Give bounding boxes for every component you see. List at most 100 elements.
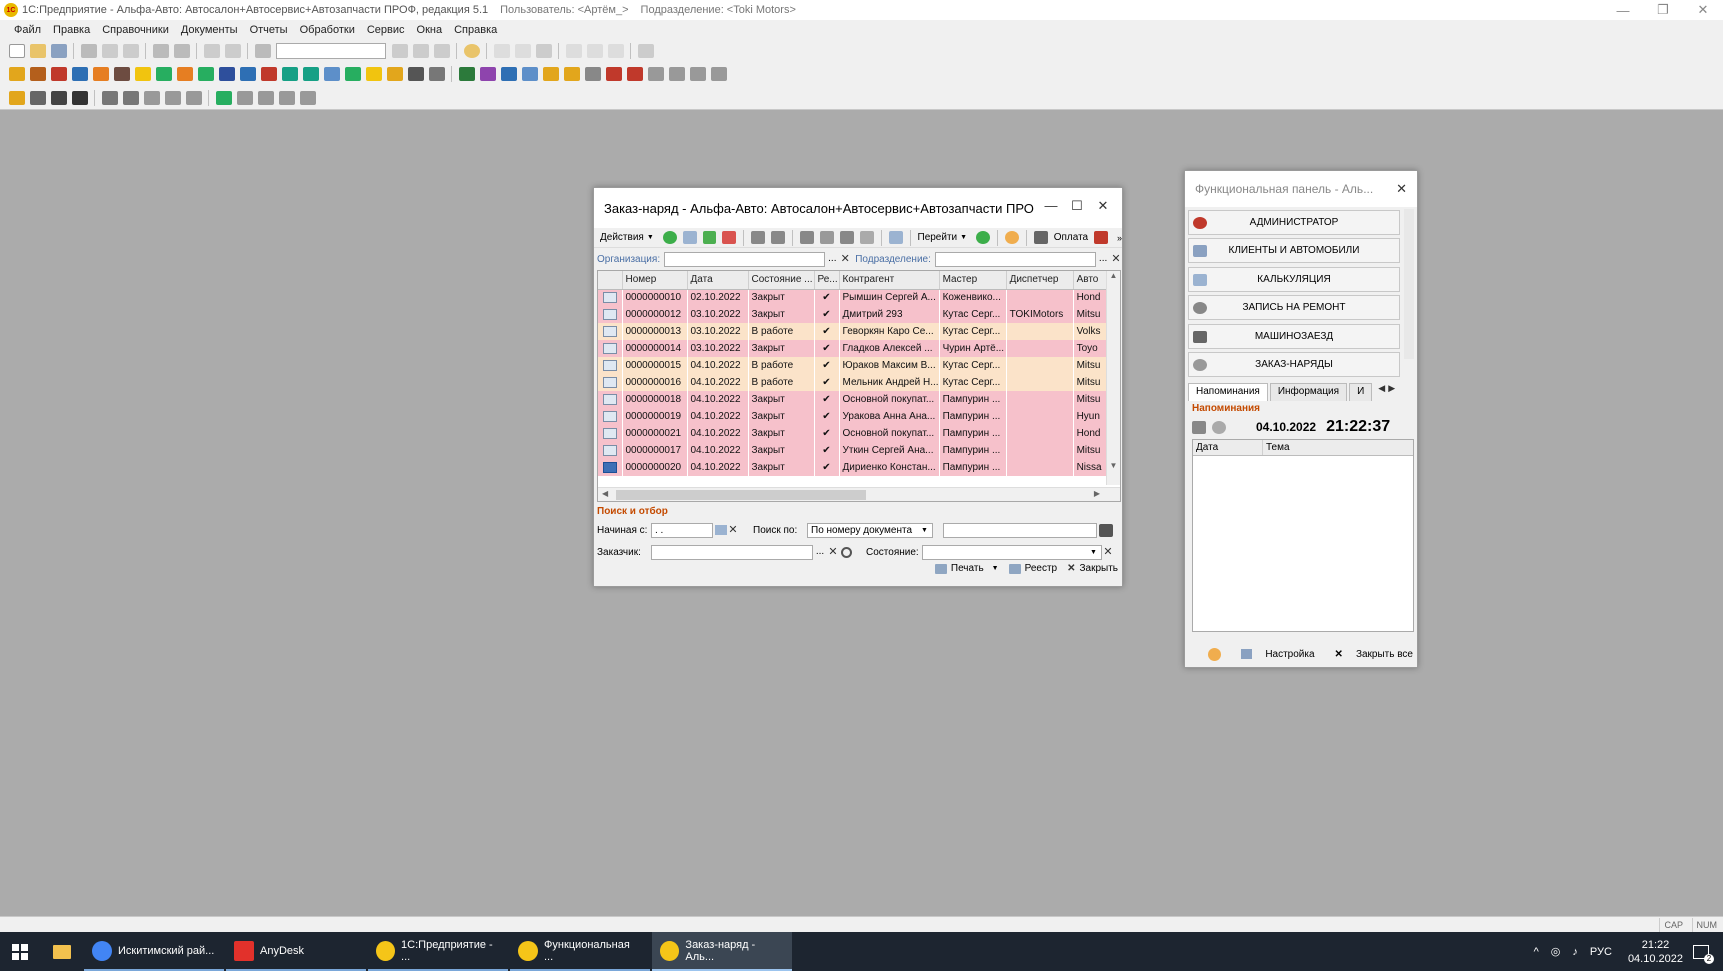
table-row[interactable]: 0000000010 02.10.2022 Закрыт ✔ Рымшин Сергей… — [598, 289, 1109, 306]
doc-icon[interactable] — [144, 90, 160, 105]
cell-posted[interactable]: ✔ — [814, 391, 840, 408]
dealer-icon[interactable] — [51, 67, 67, 81]
col-icon[interactable] — [598, 271, 623, 290]
start-button[interactable] — [0, 932, 40, 971]
cash-icon[interactable] — [177, 67, 193, 81]
cell-car[interactable]: Volks — [1073, 323, 1109, 340]
cell-client[interactable]: Основной покупат... — [839, 425, 940, 442]
chart-icon[interactable] — [387, 67, 403, 81]
doc4-icon[interactable] — [237, 90, 253, 105]
menu-documents[interactable]: Документы — [181, 24, 238, 36]
form-minimize-button[interactable]: — — [1038, 198, 1064, 214]
cell-date[interactable]: 02.10.2022 — [687, 289, 749, 306]
customer-input[interactable] — [651, 544, 813, 560]
cell-date[interactable]: 04.10.2022 — [687, 425, 749, 442]
registry-button[interactable]: Реестр — [1008, 563, 1057, 574]
waybill-icon[interactable] — [585, 67, 601, 81]
delete-icon[interactable] — [722, 231, 737, 244]
department-select-button[interactable]: ... — [1096, 252, 1110, 267]
order-icon[interactable] — [543, 67, 559, 81]
cell-dispatcher[interactable] — [1006, 425, 1074, 442]
menu-service[interactable]: Сервис — [367, 24, 405, 36]
table-row[interactable]: 0000000014 03.10.2022 Закрыт ✔ Гладков Алекс… — [598, 340, 1109, 357]
taskbar-chrome[interactable]: Искитимский рай... — [84, 932, 224, 971]
lamp-icon[interactable] — [638, 44, 654, 58]
quick-search-input[interactable] — [276, 43, 386, 59]
cell-state[interactable]: В работе — [748, 323, 815, 340]
new-document-icon[interactable] — [9, 44, 25, 58]
menu-reports[interactable]: Отчеты — [250, 24, 288, 36]
cell-client[interactable]: Уракова Анна Ана... — [839, 408, 940, 425]
cell-master[interactable]: Пампурин ... — [939, 425, 1007, 442]
state-select[interactable] — [922, 544, 1102, 560]
cell-car[interactable]: Hyun — [1073, 408, 1109, 425]
cell-master[interactable]: Кутас Серг... — [939, 374, 1007, 391]
cut-icon[interactable] — [81, 44, 97, 58]
volume-icon[interactable]: ♪ — [1572, 946, 1578, 958]
doc5-icon[interactable] — [258, 90, 274, 105]
cell-icon[interactable] — [598, 425, 623, 442]
cell-car[interactable]: Nissa — [1073, 459, 1109, 476]
sync-icon[interactable] — [282, 67, 298, 81]
cell-state[interactable]: Закрыт — [748, 442, 815, 459]
taskbar-work-order[interactable]: Заказ-наряд - Аль... — [652, 932, 792, 971]
edit-icon[interactable] — [702, 231, 717, 244]
customer-select-button[interactable]: ... — [813, 545, 827, 560]
cell-state[interactable]: Закрыт — [748, 289, 815, 306]
network-icon[interactable]: ◎ — [1551, 945, 1561, 958]
cell-posted[interactable]: ✔ — [814, 442, 840, 459]
search-by-dropdown-icon[interactable]: ▼ — [921, 527, 933, 534]
col-date[interactable]: Дата — [687, 271, 749, 290]
cell-dispatcher[interactable] — [1006, 340, 1074, 357]
cell-client[interactable]: Дмитрий 293 — [839, 306, 940, 323]
wheel-icon[interactable] — [51, 90, 67, 105]
doc2-icon[interactable] — [165, 90, 181, 105]
functional-panel-icon[interactable] — [9, 67, 25, 81]
save-icon[interactable] — [51, 44, 67, 58]
cell-number[interactable]: 0000000018 — [622, 391, 688, 408]
table-row[interactable]: 0000000013 03.10.2022 В работе ✔ Геворкян Ка… — [598, 323, 1109, 340]
cell-dispatcher[interactable] — [1006, 357, 1074, 374]
cell-client[interactable]: Рымшин Сергей А... — [839, 289, 940, 306]
tools-icon[interactable] — [408, 67, 424, 81]
undo-icon[interactable] — [204, 44, 220, 58]
tab-right-icon[interactable]: ▶ — [1388, 383, 1398, 401]
tab-left-icon[interactable]: ◀ — [1378, 383, 1388, 401]
cell-client[interactable]: Мельник Андрей Н... — [839, 374, 940, 391]
cell-date[interactable]: 04.10.2022 — [687, 408, 749, 425]
cell-number[interactable]: 0000000016 — [622, 374, 688, 391]
col-client[interactable]: Контрагент — [839, 271, 940, 290]
state-dropdown-icon[interactable]: ▼ — [1090, 549, 1102, 556]
cell-posted[interactable]: ✔ — [814, 323, 840, 340]
cell-date[interactable]: 03.10.2022 — [687, 323, 749, 340]
repair-icon[interactable] — [123, 90, 139, 105]
memory-icon[interactable] — [566, 44, 582, 58]
table-row[interactable]: 0000000017 04.10.2022 Закрыт ✔ Уткин Сергей … — [598, 442, 1109, 459]
cell-car[interactable]: Mitsu — [1073, 391, 1109, 408]
reconcile-icon[interactable] — [480, 67, 496, 81]
cell-number[interactable]: 0000000013 — [622, 323, 688, 340]
preview-icon[interactable] — [174, 44, 190, 58]
scroll-down-icon[interactable]: ▼ — [1107, 461, 1120, 475]
cell-master[interactable]: Пампурин ... — [939, 442, 1007, 459]
search-icon[interactable] — [255, 44, 271, 58]
tab-reminders[interactable]: Напоминания — [1188, 383, 1268, 401]
account-icon[interactable] — [648, 67, 664, 81]
payment-icon[interactable] — [1033, 231, 1048, 244]
cell-number[interactable]: 0000000015 — [622, 357, 688, 374]
table-row[interactable]: 0000000021 04.10.2022 Закрыт ✔ Основной поку… — [598, 425, 1109, 442]
cell-posted[interactable]: ✔ — [814, 374, 840, 391]
table-row[interactable]: 0000000016 04.10.2022 В работе ✔ Мельник Анд… — [598, 374, 1109, 391]
cell-state[interactable]: Закрыт — [748, 408, 815, 425]
table-vertical-scrollbar[interactable]: ▲ ▼ — [1106, 271, 1120, 485]
wrench-icon[interactable] — [102, 90, 118, 105]
cell-icon[interactable] — [598, 289, 623, 306]
receipt-icon[interactable] — [522, 67, 538, 81]
col-dispatcher[interactable]: Диспетчер — [1006, 271, 1074, 290]
info-icon[interactable] — [464, 44, 480, 58]
arrow-left-icon[interactable] — [627, 67, 643, 81]
notifications-icon[interactable]: 2 — [1693, 944, 1714, 964]
list-icon[interactable] — [429, 67, 445, 81]
cell-icon[interactable] — [598, 306, 623, 323]
warehouse-icon[interactable] — [30, 67, 46, 81]
